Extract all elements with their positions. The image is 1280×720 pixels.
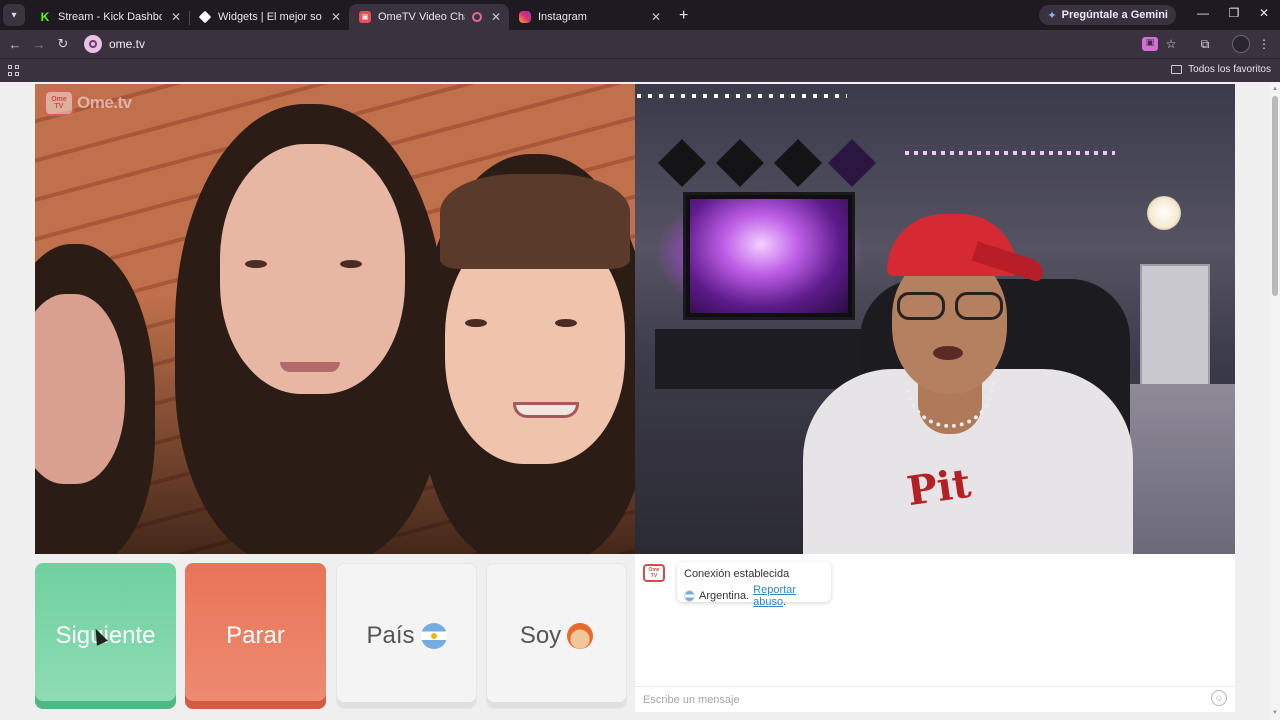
lamp [1147, 196, 1181, 230]
system-message: Conexión establecida Argentina. Reportar… [677, 562, 831, 608]
all-bookmarks-button[interactable]: Todos los favoritos [1171, 64, 1271, 75]
tab-title: OmeTV Video Chat — Ome [378, 11, 465, 23]
country-filter-button[interactable]: País [336, 563, 477, 709]
own-camera-video: Pit [635, 84, 1235, 554]
recording-icon [472, 12, 482, 22]
tab-instagram[interactable]: Instagram ✕ [509, 4, 669, 30]
kick-icon: K [39, 10, 51, 24]
back-icon[interactable]: ← [3, 37, 27, 52]
person-face [220, 144, 405, 394]
tv-stand [655, 329, 875, 389]
connection-status: Conexión establecida [684, 568, 790, 580]
acoustic-panel [715, 138, 765, 188]
all-bookmarks-label: Todos los favoritos [1188, 64, 1271, 75]
instagram-icon [519, 11, 531, 23]
person-eye [340, 260, 362, 268]
tv-screen [690, 199, 848, 313]
report-suffix: . [783, 596, 787, 608]
window-close-icon[interactable]: ✕ [1256, 6, 1272, 20]
person-eye [245, 260, 267, 268]
led-strip [637, 94, 847, 98]
stop-button[interactable]: Parar [185, 563, 326, 709]
widgets-icon [198, 10, 212, 24]
ometv-logo-text: Ome.tv [77, 93, 132, 112]
emoji-icon[interactable]: ☺ [1211, 690, 1227, 706]
restore-icon[interactable]: ❐ [1226, 6, 1242, 20]
ometv-icon: ▣ [359, 11, 371, 23]
close-icon[interactable]: ✕ [489, 10, 503, 24]
close-icon[interactable]: ✕ [169, 10, 183, 24]
boy-avatar-icon [567, 623, 594, 649]
person-eye [465, 319, 487, 327]
ometv-tv-icon: Ome TV [44, 90, 74, 116]
site-info-icon[interactable] [84, 35, 102, 53]
report-abuse-link[interactable]: Reportar abuso [753, 584, 796, 608]
camera-in-use-icon[interactable]: ▣ [1142, 37, 1158, 51]
bookmark-star-icon[interactable]: ☆ [1163, 37, 1179, 51]
television [683, 192, 855, 320]
acoustic-panel [773, 138, 823, 188]
close-icon[interactable]: ✕ [649, 10, 663, 24]
bed [1115, 384, 1235, 554]
gender-button-label: Soy [519, 622, 562, 649]
argentina-flag-icon [420, 623, 447, 649]
tab-strip: ▾ K Stream - Kick Dashboard ✕ Widgets | … [0, 0, 1280, 30]
tab-search-button[interactable]: ▾ [3, 4, 25, 26]
chat-panel: Ome TV Conexión establecida Argentina. Re… [635, 554, 1235, 712]
gemini-button[interactable]: ✦ Pregúntale a Gemini [1039, 5, 1176, 25]
tab-title: Widgets | El mejor software para [218, 11, 322, 23]
argentina-flag-icon [684, 590, 695, 602]
person-eye [555, 319, 577, 327]
acoustic-panel [657, 138, 707, 188]
tab-widgets[interactable]: Widgets | El mejor software para ✕ [189, 4, 350, 30]
stop-button-label: Parar [226, 622, 285, 649]
gemini-label: Pregúntale a Gemini [1061, 9, 1168, 21]
bookmarks-bar: Todos los favoritos [0, 58, 1280, 82]
person-mouth [933, 346, 963, 360]
partner-country: Argentina. [698, 590, 750, 602]
tab-kick-dashboard[interactable]: K Stream - Kick Dashboard ✕ [29, 4, 190, 30]
profile-avatar[interactable] [1232, 35, 1250, 53]
person-face [35, 294, 125, 484]
stranger-video [35, 84, 635, 554]
person-mouth [280, 362, 340, 372]
ometv-chat-icon: Ome TV [643, 564, 665, 582]
new-tab-button[interactable]: + [679, 7, 688, 25]
gender-select-button[interactable]: Soy [486, 563, 627, 709]
tab-title: Stream - Kick Dashboard [58, 11, 162, 23]
ometv-logo: Ome TV Ome.tv [44, 90, 132, 116]
address-bar[interactable]: ome.tv [82, 33, 1182, 55]
apps-grid-icon[interactable] [8, 65, 19, 76]
acoustic-panel [827, 138, 877, 188]
toolbar: ← → ↻ ome.tv ▣ ☆ ⧉ ⋮ [0, 30, 1280, 58]
tab-title: Instagram [538, 11, 587, 23]
url-text: ome.tv [109, 37, 146, 51]
gemini-sparkle-icon: ✦ [1047, 9, 1057, 22]
tab-ometv[interactable]: ▣ OmeTV Video Chat — Ome ✕ [349, 4, 509, 30]
person-glasses [891, 292, 1009, 322]
scroll-up-icon[interactable]: ▲ [1272, 86, 1278, 92]
close-icon[interactable]: ✕ [329, 10, 343, 24]
scroll-down-icon[interactable]: ▼ [1272, 710, 1278, 716]
reload-icon[interactable]: ↻ [51, 36, 75, 52]
led-strip [905, 151, 1115, 155]
person-bangs [440, 174, 630, 269]
menu-kebab-icon[interactable]: ⋮ [1256, 37, 1272, 51]
person-smile [513, 402, 579, 418]
folder-icon [1171, 65, 1183, 74]
minimize-icon[interactable]: — [1195, 6, 1211, 20]
shirt-print: Pit [904, 459, 974, 516]
country-button-label: País [366, 622, 415, 649]
forward-icon[interactable]: → [27, 37, 51, 52]
extensions-icon[interactable]: ⧉ [1197, 37, 1213, 52]
message-input[interactable]: Escribe un mensaje [635, 686, 1235, 712]
scrollbar-thumb[interactable] [1272, 96, 1278, 296]
